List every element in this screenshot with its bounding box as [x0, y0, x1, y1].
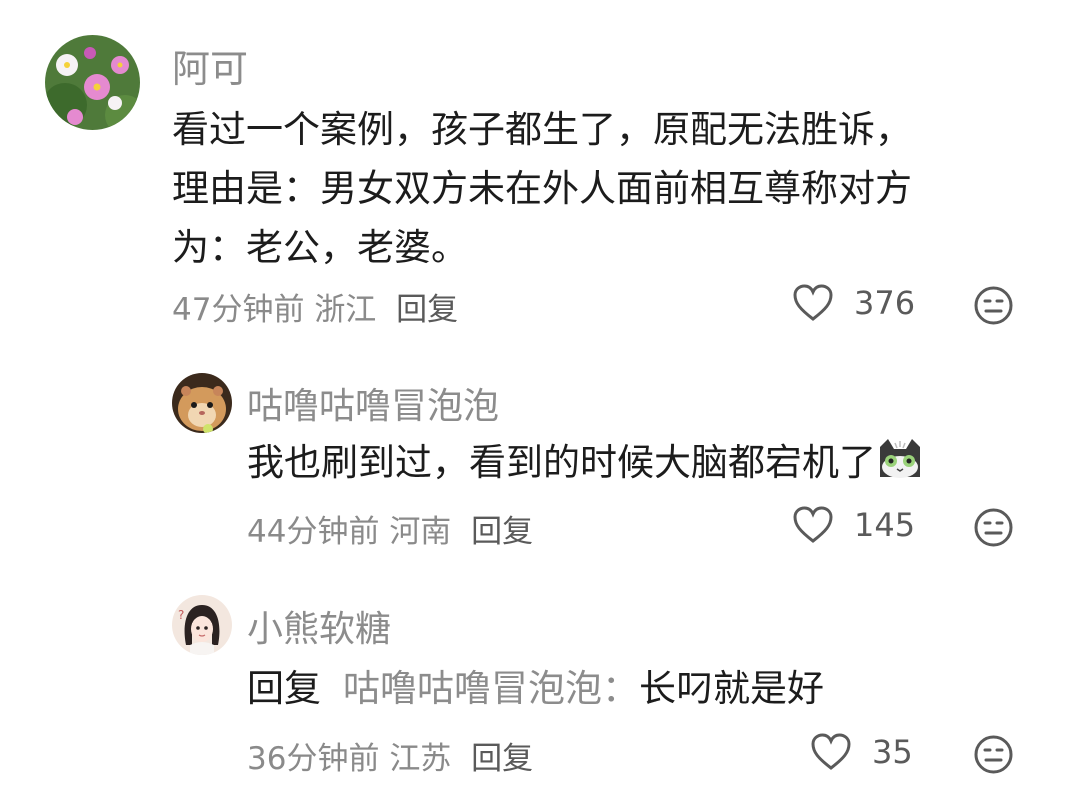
comment-location: 浙江: [314, 292, 377, 328]
comment-username[interactable]: 小熊软糖: [247, 600, 391, 652]
comment-location: 江苏: [389, 741, 452, 777]
reply-prefix: 回复: [247, 667, 321, 710]
dislike-face-icon: [974, 286, 1013, 325]
comment-text-content: 我也刷到过，看到的时候大脑都宕机了: [247, 441, 876, 484]
comment-username[interactable]: 咕噜咕噜冒泡泡: [247, 377, 499, 429]
comment-time: 36分钟前: [247, 741, 380, 777]
comment-text: 我也刷到过，看到的时候大脑都宕机了: [247, 437, 924, 488]
dislike-button[interactable]: [974, 508, 1013, 551]
comment-time: 44分钟前: [247, 514, 380, 550]
comment-meta: 47分钟前 浙江 回复: [172, 284, 458, 329]
cosmos-flower-avatar[interactable]: [45, 35, 140, 130]
dislike-face-icon: [974, 508, 1013, 547]
heart-outline-icon: [793, 284, 833, 321]
reply-button[interactable]: 回复: [471, 741, 533, 777]
heart-outline-icon: [811, 733, 851, 770]
dislike-button[interactable]: [974, 286, 1013, 329]
heart-outline-icon: [793, 506, 833, 543]
svg-text:?: ?: [178, 608, 184, 622]
like-count: 376: [854, 284, 916, 322]
comment-meta: 44分钟前 河南 回复: [247, 506, 533, 551]
comment-text-content: 长叼就是好: [639, 667, 824, 710]
comment-text: 看过一个案例，孩子都生了，原配无法胜诉， 理由是：男女双方未在外人面前相互尊称对…: [172, 100, 912, 277]
reply-button[interactable]: 回复: [471, 514, 533, 550]
mention-username[interactable]: 咕噜咕噜冒泡泡：: [343, 667, 639, 710]
comment-location: 河南: [389, 514, 452, 550]
like-button[interactable]: 35: [810, 732, 913, 772]
anime-girl-avatar[interactable]: ?: [172, 595, 232, 655]
hamster-avatar[interactable]: [172, 373, 232, 433]
like-count: 35: [872, 733, 913, 771]
like-button[interactable]: 145: [792, 505, 915, 545]
comment-username[interactable]: 阿可: [172, 38, 248, 93]
comment-text-line: 看过一个案例，孩子都生了，原配无法胜诉，: [172, 108, 912, 151]
comment-text-line: 为：老公，老婆。: [172, 226, 468, 269]
like-count: 145: [854, 506, 916, 544]
cat-face-emoji: [880, 439, 920, 478]
comment-text: 回复 咕噜咕噜冒泡泡：长叼就是好: [247, 664, 824, 714]
reply-button[interactable]: 回复: [396, 292, 458, 328]
dislike-button[interactable]: [974, 735, 1013, 778]
comment-text-line: 理由是：男女双方未在外人面前相互尊称对方: [172, 167, 912, 210]
comment-meta: 36分钟前 江苏 回复: [247, 733, 533, 778]
dislike-face-icon: [974, 735, 1013, 774]
like-button[interactable]: 376: [792, 283, 915, 323]
comment-time: 47分钟前: [172, 292, 305, 328]
